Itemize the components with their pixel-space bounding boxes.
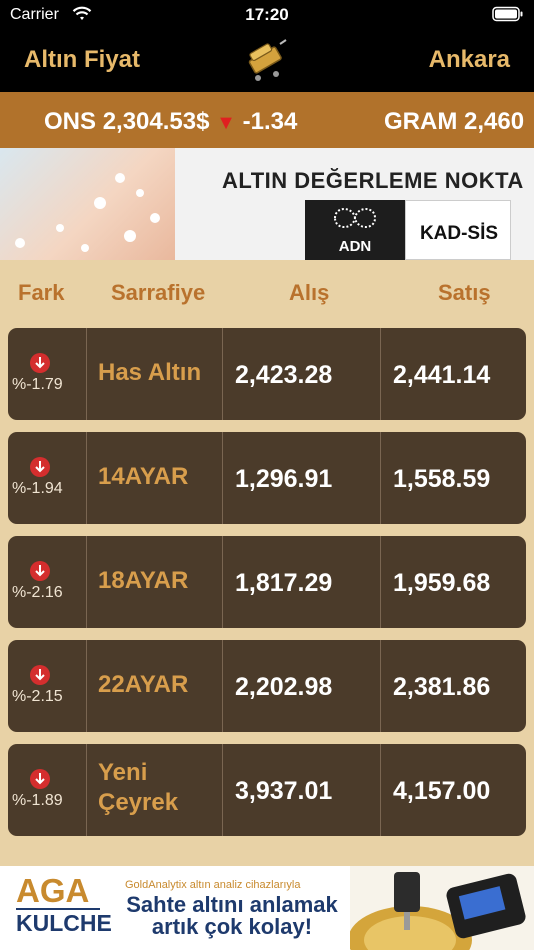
ad-subtitle: GoldAnalytix altın analiz cihazlarıyla [125,879,301,891]
kadsis-brand: KAD-SİS [419,223,499,244]
gold-cart-logo-icon[interactable] [240,34,294,84]
battery-icon [492,6,523,22]
divider [86,432,87,524]
ad-headline-line2: artık çok kolay! [151,914,313,939]
price-ticker: ONS 2,304.53$ ▼ -1.34 GRAM 2,460 [0,92,534,148]
ticker-label: GRAM [384,108,458,135]
ticker-value: 2,304.53 [102,108,197,135]
infinity-icon [333,208,377,228]
adn-brand: ADN [338,238,372,255]
divider [86,328,87,420]
down-arrow-icon [30,561,50,581]
table-row[interactable]: %-2.15 22AYAR 2,202.98 2,381.86 [8,640,526,732]
bottom-banner-ad[interactable]: AGA KULCHE GoldAnalytix altın analiz cih… [0,866,534,950]
banner-title: ALTIN DEĞERLEME NOKTA [222,168,524,193]
down-arrow-icon [30,665,50,685]
divider [86,536,87,628]
divider [380,640,381,732]
ticker-item-gram: GRAM 2,460 [384,108,524,136]
buy-price: 1,296.91 [235,465,333,493]
down-arrow-icon [30,457,50,477]
divider [380,432,381,524]
buy-price: 2,423.28 [235,361,333,389]
column-header-fark: Fark [18,280,65,305]
divider [222,432,223,524]
top-bar: Carrier 17:20 Altın Fiyat Ankara [0,0,534,92]
gold-analyzer-image [350,866,534,950]
buy-price: 1,817.29 [235,569,333,597]
table-row[interactable]: %-1.89 Yeni Çeyrek 3,937.01 4,157.00 [8,744,526,836]
status-bar: Carrier 17:20 [0,0,534,30]
change-percent: %-1.94 [12,480,63,497]
ticker-currency: $ [196,108,210,135]
divider [222,328,223,420]
divider [222,744,223,836]
sell-price: 1,959.68 [393,569,491,597]
sell-price: 2,381.86 [393,673,491,701]
ticker-value: 2,460 [464,108,525,135]
divider [380,536,381,628]
buy-price: 2,202.98 [235,673,333,701]
down-triangle-icon: ▼ [216,112,236,134]
pearls-icon [15,173,160,252]
column-header-sarrafiye: Sarrafiye [111,280,206,305]
sell-price: 1,558.59 [393,465,491,493]
banner-hands-image [0,148,175,260]
divider [380,328,381,420]
divider [380,744,381,836]
product-name: 14AYAR [98,463,189,490]
divider [86,640,87,732]
ticker-label: ONS [44,108,97,135]
change-percent: %-2.16 [12,584,63,601]
city-selector[interactable]: Ankara [429,46,510,74]
down-arrow-icon [30,353,50,373]
product-name: Has Altın [98,359,202,386]
product-name: 18AYAR [98,567,189,594]
divider [86,744,87,836]
change-percent: %-1.79 [12,376,63,393]
change-percent: %-2.15 [12,688,63,705]
adn-logo: ADN [305,200,405,260]
down-arrow-icon [30,769,50,789]
column-header-alis: Alış [289,280,330,305]
kulche-brand: KULCHE [16,908,112,936]
change-percent: %-1.89 [12,792,63,809]
ticker-item-ons: ONS 2,304.53$ ▼ -1.34 [44,108,297,136]
product-name: Yeni Çeyrek [98,759,179,816]
ad-headline-line1: Sahte altını anlamak [126,892,338,917]
aga-brand: AGA [16,872,90,909]
sell-price: 4,157.00 [393,777,491,805]
app-title: Altın Fiyat [24,46,141,73]
column-header-satis: Satış [438,280,491,305]
status-time: 17:20 [245,5,289,24]
table-row[interactable]: %-1.94 14AYAR 1,296.91 1,558.59 [8,432,526,524]
ad-headline: Sahte altını anlamak artık çok kolay! [112,894,352,938]
divider [222,536,223,628]
buy-price: 3,937.01 [235,777,333,805]
ticker-change: -1.34 [242,108,298,135]
table-row[interactable]: %-2.16 18AYAR 1,817.29 1,959.68 [8,536,526,628]
kadsis-logo: KAD-SİS [405,200,511,260]
product-name: 22AYAR [98,671,189,698]
divider [222,640,223,732]
top-banner-ad[interactable]: ALTIN DEĞERLEME NOKTA ADN KAD-SİS [0,148,534,260]
sell-price: 2,441.14 [393,361,491,389]
table-row[interactable]: %-1.79 Has Altın 2,423.28 2,441.14 [8,328,526,420]
